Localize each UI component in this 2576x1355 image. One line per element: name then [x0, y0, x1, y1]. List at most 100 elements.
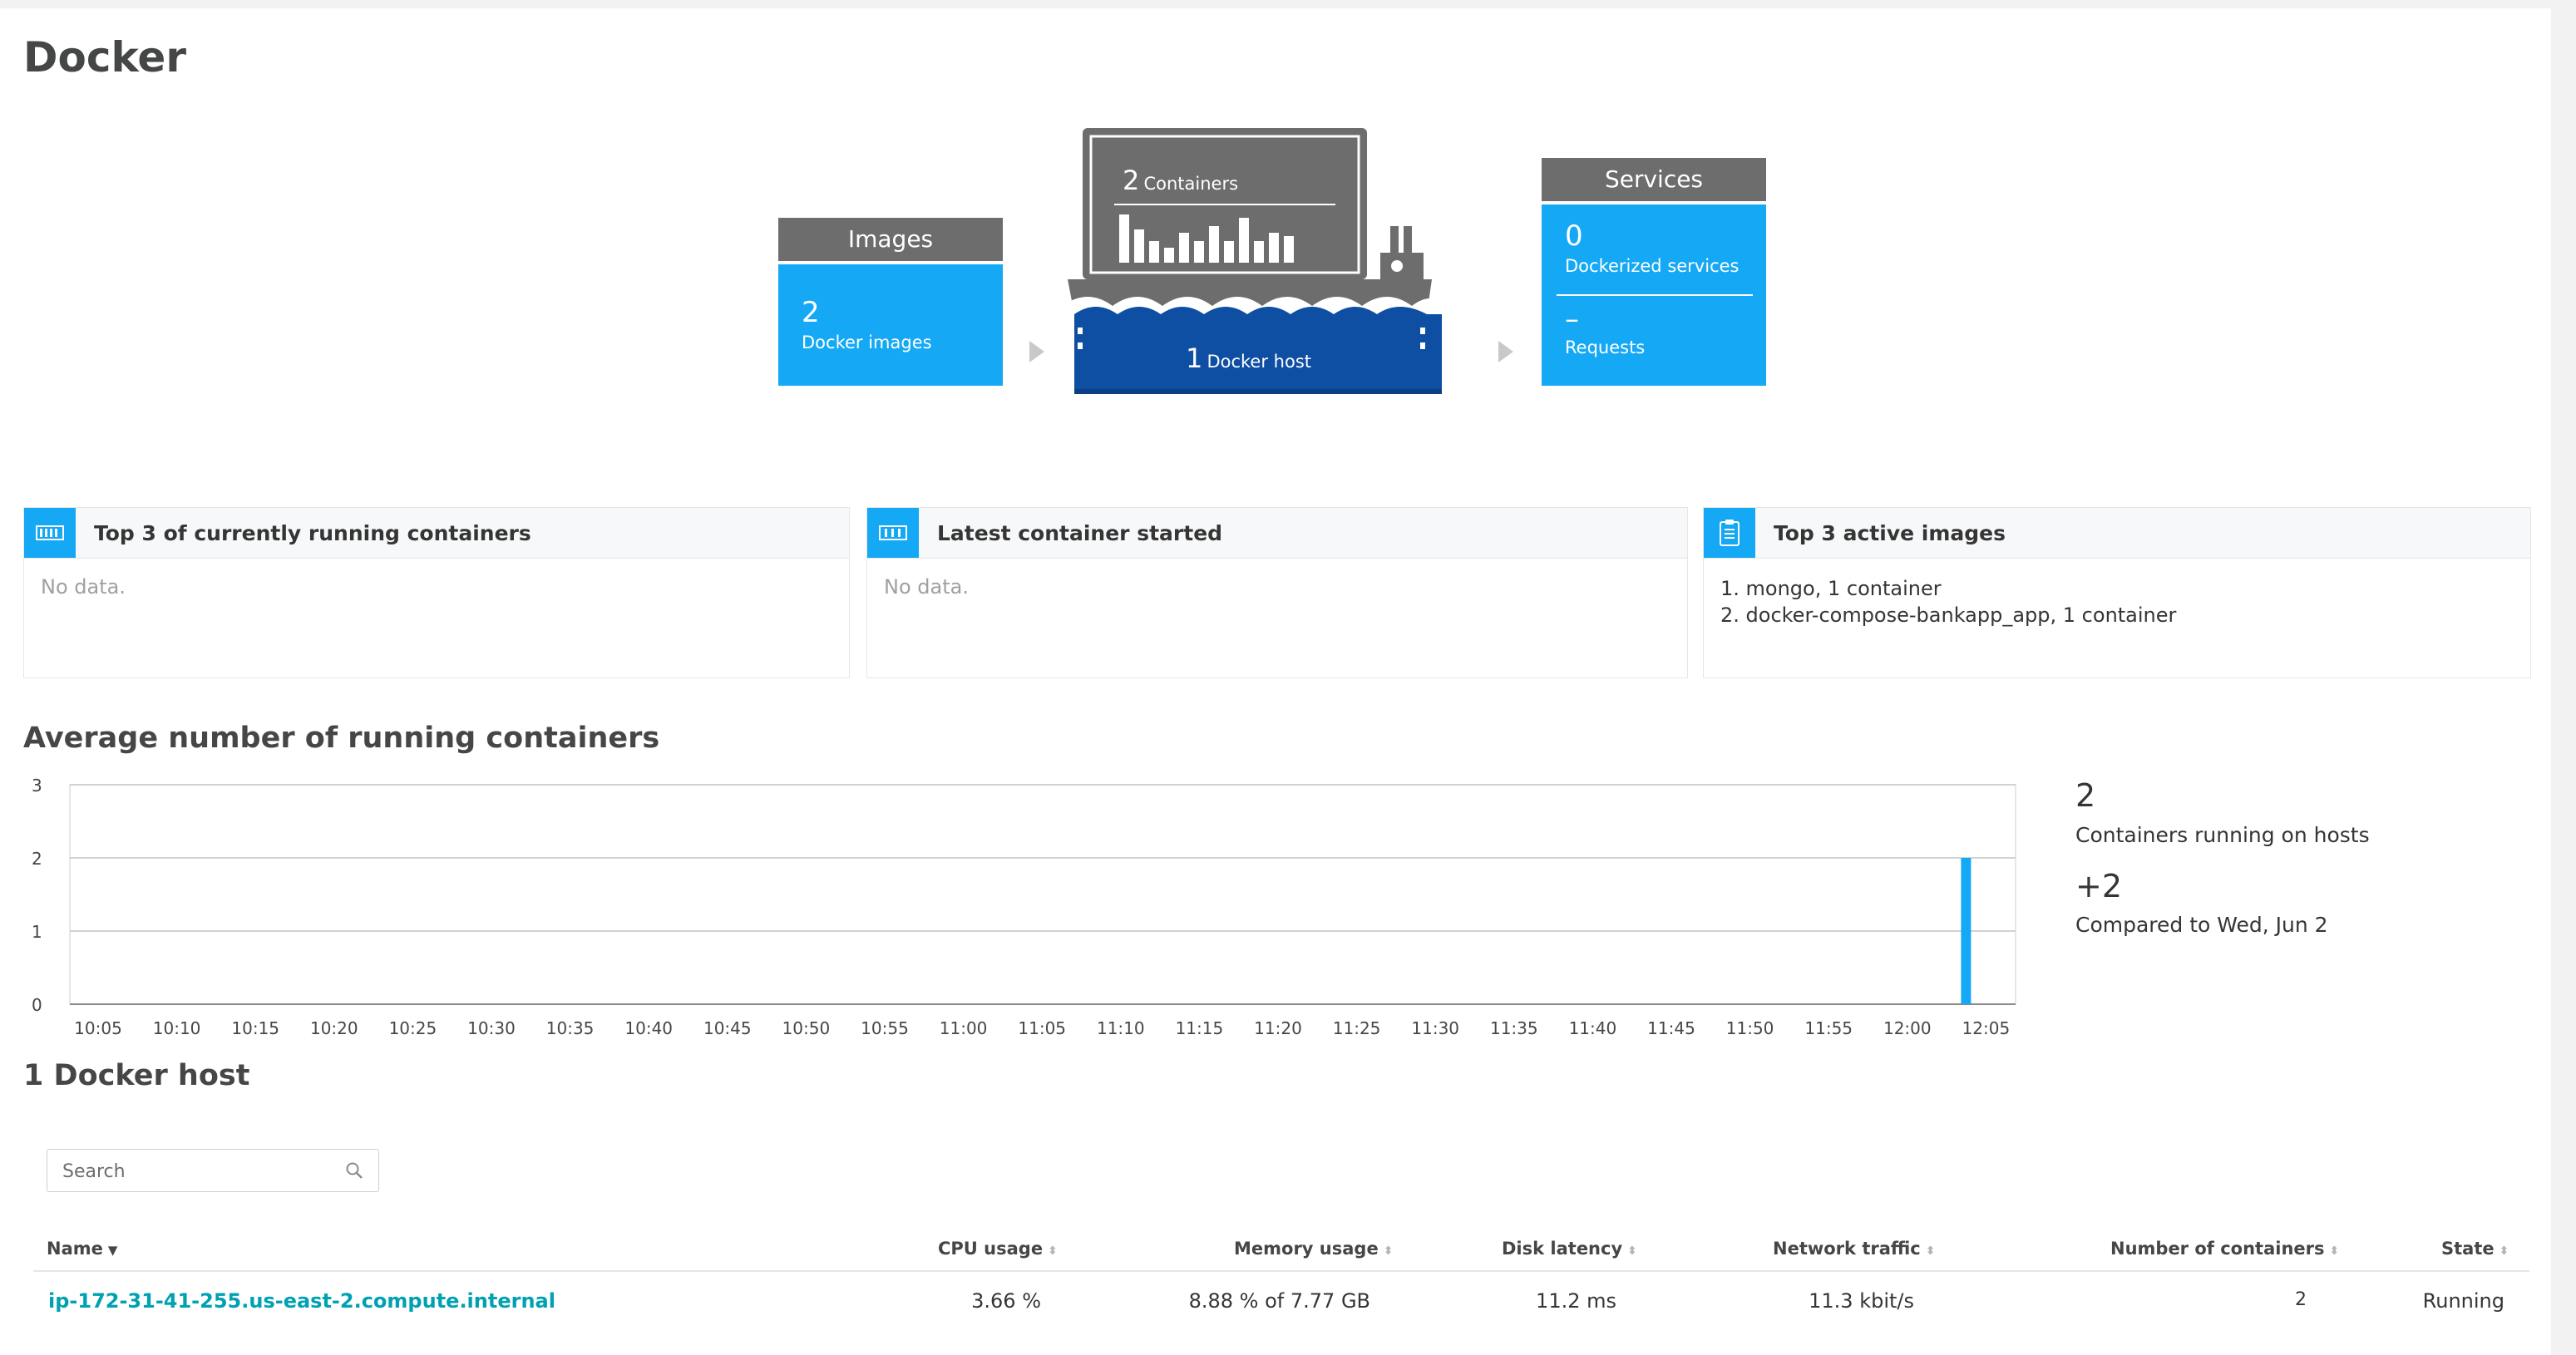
- images-label: Docker images: [802, 333, 932, 352]
- column-header-label: Number of containers: [2110, 1239, 2325, 1259]
- x-tick-label: 10:05: [74, 1018, 122, 1038]
- flow-arrow-icon: [1498, 341, 1513, 362]
- image-list-item: 1. mongo, 1 container: [1720, 577, 1942, 600]
- tile-body: No data.: [884, 575, 969, 599]
- tile-title: Latest container started: [937, 521, 1223, 545]
- x-tick-label: 10:35: [546, 1018, 595, 1038]
- requests-label: Requests: [1565, 338, 1646, 357]
- plot-area: [69, 784, 2016, 1005]
- containers-summary: 2 Containers: [1123, 165, 1238, 196]
- x-tick-label: 10:40: [624, 1018, 673, 1038]
- tile-header: Latest container started: [867, 508, 1687, 559]
- sort-icon: ⬍: [1925, 1244, 1936, 1258]
- column-header-label: Network traffic: [1773, 1239, 1921, 1259]
- sort-icon: ⬍: [2499, 1244, 2509, 1258]
- x-tick-label: 10:20: [310, 1018, 358, 1038]
- hosts-section-title: 1 Docker host: [23, 1059, 250, 1092]
- table-header-divider: [33, 1270, 2529, 1272]
- column-header-label: Disk latency: [1502, 1239, 1623, 1259]
- x-tick-label: 10:45: [703, 1018, 752, 1038]
- containers-label: Containers: [1143, 174, 1239, 194]
- column-header-state[interactable]: State ⬍: [2441, 1239, 2509, 1259]
- column-header-containers[interactable]: Number of containers ⬍: [2110, 1239, 2339, 1259]
- y-tick-label: 1: [32, 922, 42, 942]
- images-box[interactable]: Images 2 Docker images: [778, 218, 1003, 394]
- tile-body: No data.: [41, 575, 126, 599]
- tile-title: Top 3 active images: [1774, 521, 2006, 545]
- container-icon: [867, 508, 919, 558]
- flow-arrow-icon: [1029, 341, 1044, 362]
- y-tick-label: 0: [32, 995, 42, 1015]
- services-box-header: Services: [1542, 158, 1766, 201]
- chart-section-title: Average number of running containers: [23, 722, 660, 755]
- network-cell: 11.3 kbit/s: [1809, 1289, 1914, 1313]
- column-header-label: Name: [47, 1239, 103, 1259]
- column-header-cpu[interactable]: CPU usage ⬍: [938, 1239, 1058, 1259]
- active-images-tile[interactable]: Top 3 active images 1. mongo, 1 containe…: [1703, 507, 2531, 678]
- x-tick-label: 11:15: [1176, 1018, 1224, 1038]
- chart-bar: [1961, 858, 1971, 1004]
- docker-host-summary: 1 Docker host: [1186, 342, 1311, 374]
- sort-icon: ⬍: [2329, 1244, 2340, 1258]
- services-box[interactable]: Services 0 Dockerized services – Request…: [1542, 158, 1766, 396]
- column-header-memory[interactable]: Memory usage ⬍: [1234, 1239, 1393, 1259]
- containers-count: 2: [1123, 165, 1140, 196]
- sort-icon: ⬍: [1048, 1244, 1058, 1258]
- column-header-name[interactable]: Name ▼: [47, 1239, 117, 1259]
- latest-container-tile[interactable]: Latest container started No data.: [866, 507, 1688, 678]
- cpu-cell: 3.66 %: [971, 1289, 1041, 1313]
- services-divider: [1557, 294, 1753, 296]
- column-header-label: Memory usage: [1234, 1239, 1379, 1259]
- x-tick-label: 10:30: [467, 1018, 516, 1038]
- state-cell: Running: [2422, 1289, 2504, 1313]
- running-containers-tile[interactable]: Top 3 of currently running containers No…: [23, 507, 850, 678]
- x-tick-label: 12:05: [1962, 1018, 2011, 1038]
- sort-desc-icon: ▼: [107, 1243, 118, 1258]
- running-count-label: Containers running on hosts: [2075, 823, 2370, 847]
- x-tick-label: 10:25: [389, 1018, 437, 1038]
- sort-icon: ⬍: [1627, 1244, 1637, 1258]
- x-tick-label: 11:25: [1333, 1018, 1381, 1038]
- column-header-label: State: [2441, 1239, 2495, 1259]
- x-tick-label: 11:30: [1411, 1018, 1459, 1038]
- column-header-label: CPU usage: [938, 1239, 1044, 1259]
- container-icon: [24, 508, 76, 558]
- images-box-body: 2 Docker images: [778, 264, 1003, 386]
- tile-header: Top 3 active images: [1704, 508, 2530, 559]
- chart-svg: 0 1 2 3 10:05 10:10 10:15 10:20 10:25 10:30 10:35 1…: [32, 776, 2016, 1038]
- comparison-label: Compared to Wed, Jun 2: [2075, 913, 2328, 937]
- memory-cell: 8.88 % of 7.77 GB: [1188, 1289, 1370, 1313]
- services-box-body: 0 Dockerized services – Requests: [1542, 204, 1766, 386]
- column-header-network[interactable]: Network traffic ⬍: [1773, 1239, 1936, 1259]
- search-input[interactable]: [47, 1150, 347, 1193]
- tile-header: Top 3 of currently running containers: [24, 508, 849, 559]
- x-tick-label: 11:55: [1804, 1018, 1853, 1038]
- requests-value: –: [1565, 303, 1579, 336]
- x-tick-label: 11:10: [1097, 1018, 1145, 1038]
- running-count-value: 2: [2075, 777, 2096, 814]
- x-tick-label: 11:40: [1569, 1018, 1617, 1038]
- containers-cell: 2: [2295, 1289, 2307, 1310]
- disk-cell: 11.2 ms: [1536, 1289, 1616, 1313]
- services-count: 0: [1565, 219, 1583, 253]
- search-icon[interactable]: [345, 1161, 363, 1183]
- search-box[interactable]: [47, 1149, 379, 1193]
- x-tick-label: 11:20: [1254, 1018, 1302, 1038]
- services-label: Dockerized services: [1565, 256, 1740, 276]
- x-tick-label: 11:35: [1490, 1018, 1538, 1038]
- column-header-disk[interactable]: Disk latency ⬍: [1502, 1239, 1637, 1259]
- x-tick-label: 11:45: [1647, 1018, 1695, 1038]
- host-name-link[interactable]: ip-172-31-41-255.us-east-2.compute.inter…: [48, 1289, 555, 1313]
- x-tick-label: 10:50: [782, 1018, 831, 1038]
- x-tick-label: 12:00: [1883, 1018, 1932, 1038]
- comparison-value: +2: [2075, 868, 2123, 904]
- y-tick-label: 2: [32, 849, 42, 869]
- sort-icon: ⬍: [1383, 1244, 1394, 1258]
- tile-body: 1. mongo, 1 container 2. docker-compose-…: [1704, 559, 2530, 645]
- x-tick-label: 10:10: [153, 1018, 201, 1038]
- docker-host-ship[interactable]: 2 Containers 1 Docker host: [1063, 118, 1445, 397]
- tile-title: Top 3 of currently running containers: [94, 521, 531, 545]
- docker-host-label: Docker host: [1207, 352, 1311, 372]
- docker-host-count: 1: [1186, 342, 1203, 374]
- page-title: Docker: [23, 33, 186, 81]
